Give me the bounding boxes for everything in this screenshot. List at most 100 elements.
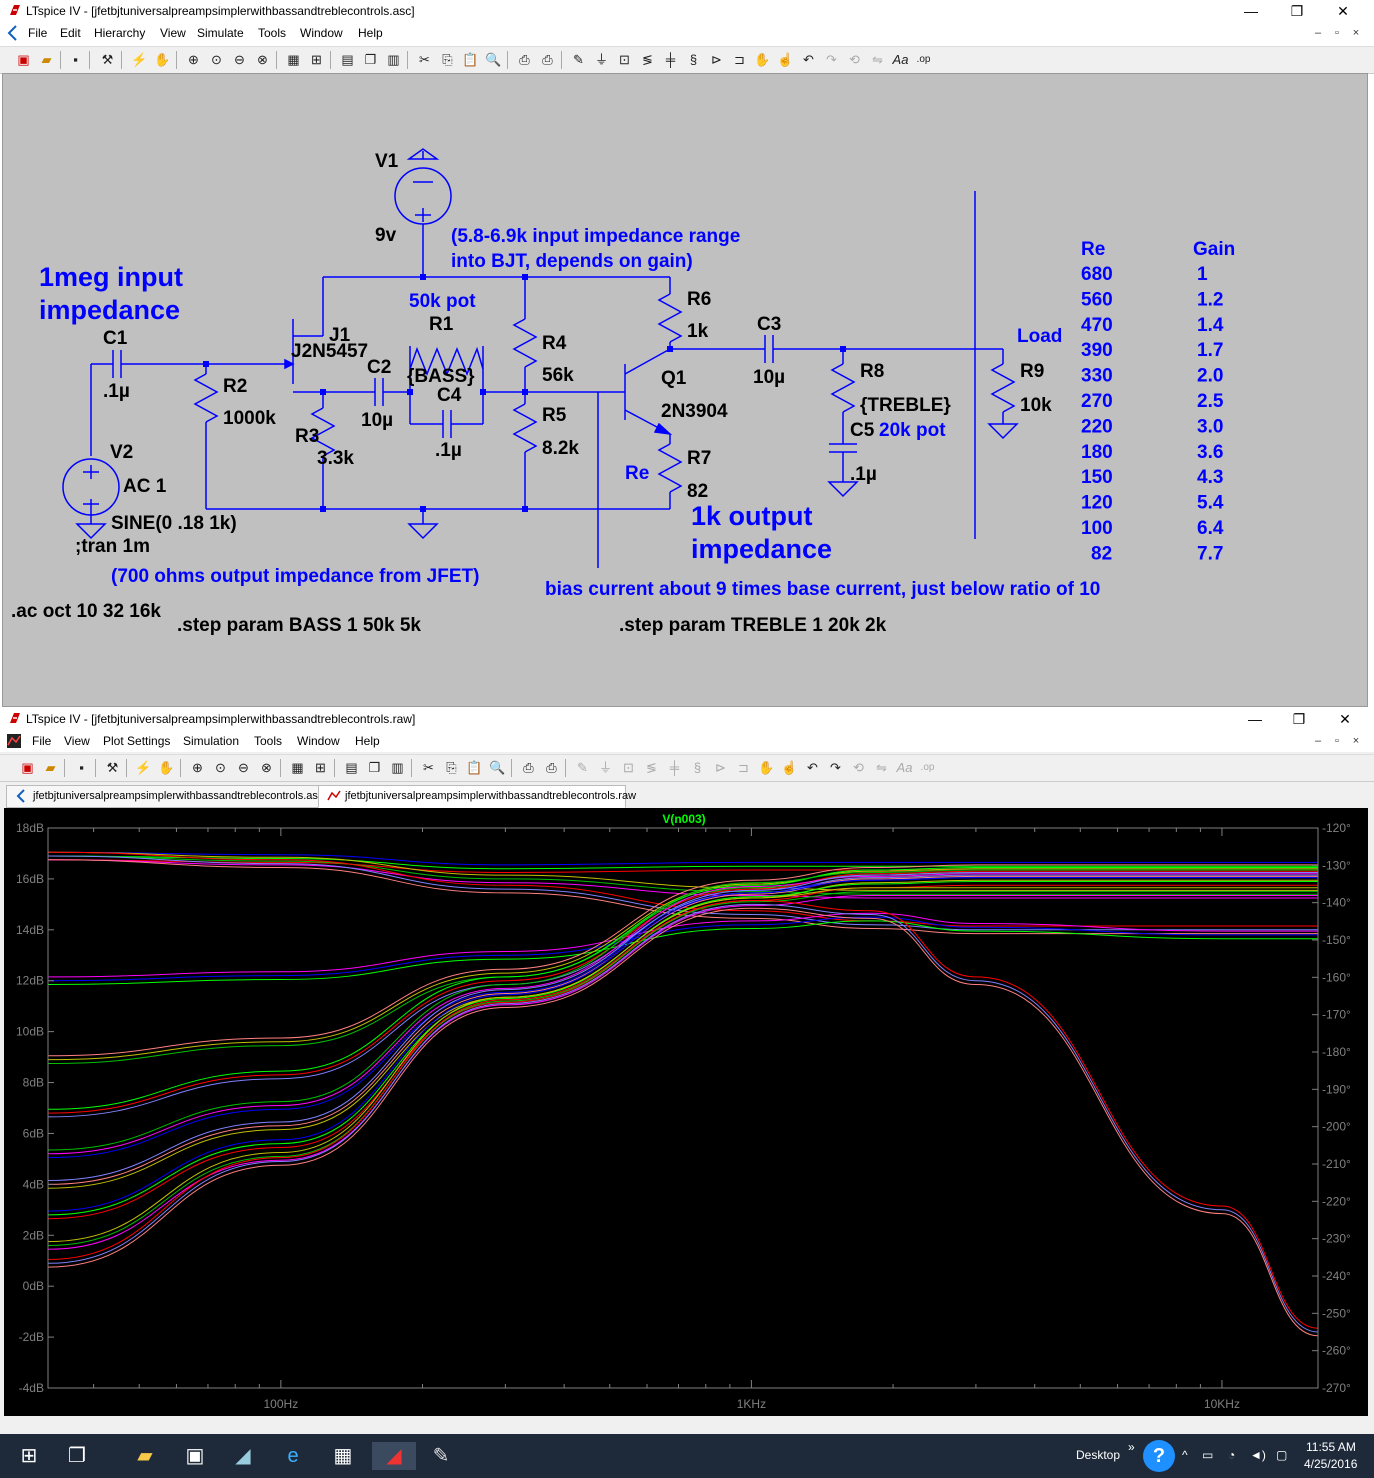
move-icon[interactable]: ✋ [753,50,772,69]
view-cursor-icon[interactable]: ⊞ [311,758,330,777]
run-icon[interactable]: ⚡ [134,758,153,777]
start-icon[interactable]: ⊞ [14,1442,44,1470]
move-icon[interactable]: ✋ [757,758,776,777]
menu-window[interactable]: Window [300,26,343,40]
halt-icon[interactable]: ✋ [157,758,176,777]
new-schematic-icon[interactable]: ▣ [18,758,37,777]
notepad-icon[interactable]: ◢ [228,1442,258,1470]
menu-help[interactable]: Help [355,734,380,748]
spice-directive-icon[interactable]: .op [914,50,933,69]
mdi-minimize-button[interactable]: – [1310,733,1326,749]
cascade-icon[interactable]: ❐ [365,758,384,777]
desktop-toolbar-label[interactable]: Desktop [1076,1448,1120,1462]
open-icon[interactable]: ▰ [41,758,60,777]
mirror-icon[interactable]: ⇋ [872,758,891,777]
copy-icon[interactable]: ⎘ [438,50,457,69]
menu-simulation[interactable]: Simulation [183,734,239,748]
spice-directive-icon[interactable]: .op [918,758,937,777]
resistor-icon[interactable]: ≶ [642,758,661,777]
mirror-icon[interactable]: ⇋ [868,50,887,69]
view-cursor-icon[interactable]: ⊞ [307,50,326,69]
new-schematic-icon[interactable]: ▣ [14,50,33,69]
notifications-icon[interactable]: ▢ [1276,1448,1287,1462]
menu-help[interactable]: Help [358,26,383,40]
restore-button[interactable]: ❐ [1274,0,1320,22]
paste-icon[interactable]: 📋 [465,758,484,777]
find-icon[interactable]: 🔍 [488,758,507,777]
menu-edit[interactable]: Edit [60,26,81,40]
undo-icon[interactable]: ↶ [799,50,818,69]
save-icon[interactable]: ▪ [72,758,91,777]
label-net-icon[interactable]: ⊡ [619,758,638,777]
find-icon[interactable]: 🔍 [484,50,503,69]
resistor-icon[interactable]: ≶ [638,50,657,69]
control-panel-icon[interactable]: ⚒ [98,50,117,69]
mdi-minimize-button[interactable]: – [1310,25,1326,41]
tile-vertical-icon[interactable]: ▥ [384,50,403,69]
volume-icon[interactable]: ◄) [1250,1448,1266,1462]
text-icon[interactable]: Aa [895,758,914,777]
undo-icon[interactable]: ↶ [803,758,822,777]
ground-icon[interactable]: ⏚ [592,50,611,69]
minimize-button[interactable]: — [1232,708,1278,730]
paste-icon[interactable]: 📋 [461,50,480,69]
halt-icon[interactable]: ✋ [153,50,172,69]
print-preview-icon[interactable]: ⎙ [519,758,538,777]
ground-icon[interactable]: ⏚ [596,758,615,777]
minimize-button[interactable]: — [1228,0,1274,22]
zoom-in-icon[interactable]: ⊕ [184,50,203,69]
zoom-fit-icon[interactable]: ⊗ [257,758,276,777]
menu-plot-settings[interactable]: Plot Settings [103,734,170,748]
rotate-icon[interactable]: ⟲ [845,50,864,69]
open-icon[interactable]: ▰ [37,50,56,69]
menu-view[interactable]: View [160,26,186,40]
tile-vertical-icon[interactable]: ▥ [388,758,407,777]
drag-icon[interactable]: ☝ [780,758,799,777]
menu-tools[interactable]: Tools [254,734,282,748]
pan-icon[interactable]: ⊙ [207,50,226,69]
print-preview-icon[interactable]: ⎙ [515,50,534,69]
capacitor-icon[interactable]: ╪ [661,50,680,69]
task-view-icon[interactable]: ❐ [62,1442,92,1470]
copy-icon[interactable]: ⎘ [442,758,461,777]
battery-icon[interactable]: ▭ [1202,1448,1213,1462]
label-net-icon[interactable]: ⊡ [615,50,634,69]
ltspice-taskbar-icon[interactable]: ◢ [372,1442,416,1470]
zoom-fit-icon[interactable]: ⊗ [253,50,272,69]
diode-icon[interactable]: ⊳ [707,50,726,69]
desktop-expand-icon[interactable]: » [1128,1440,1135,1454]
menu-file[interactable]: File [28,26,47,40]
component-icon[interactable]: ⊐ [730,50,749,69]
mdi-close-button[interactable]: × [1348,25,1364,41]
autorange-icon[interactable]: ▦ [288,758,307,777]
schematic-canvas[interactable]: V1 9v C1 .1µ R2 1000k J1 J2N5457 R3 3.3k… [2,73,1368,707]
wire-icon[interactable]: ✎ [573,758,592,777]
capacitor-icon[interactable]: ╪ [665,758,684,777]
component-icon[interactable]: ⊐ [734,758,753,777]
rotate-icon[interactable]: ⟲ [849,758,868,777]
print-icon[interactable]: ⎙ [538,50,557,69]
menu-window[interactable]: Window [297,734,340,748]
tray-expand-icon[interactable]: ^ [1182,1448,1188,1462]
restore-button[interactable]: ❐ [1276,708,1322,730]
cut-icon[interactable]: ✂ [415,50,434,69]
control-panel-icon[interactable]: ⚒ [103,758,122,777]
autorange-icon[interactable]: ▦ [284,50,303,69]
clock-date[interactable]: 4/25/2016 [1304,1457,1357,1471]
file-explorer-icon[interactable]: ▰ [130,1442,160,1470]
store-icon[interactable]: ▣ [180,1442,210,1470]
menu-simulate[interactable]: Simulate [197,26,244,40]
cascade-icon[interactable]: ❐ [361,50,380,69]
tab-schematic[interactable]: jfetbjtuniversalpreampsimplerwithbassand… [6,785,324,808]
cut-icon[interactable]: ✂ [419,758,438,777]
close-button[interactable]: ✕ [1322,708,1368,730]
wire-icon[interactable]: ✎ [569,50,588,69]
close-button[interactable]: ✕ [1320,0,1366,22]
menu-hierarchy[interactable]: Hierarchy [94,26,145,40]
redo-icon[interactable]: ↷ [826,758,845,777]
paint-icon[interactable]: ✎ [426,1442,456,1470]
menu-file[interactable]: File [32,734,51,748]
menu-tools[interactable]: Tools [258,26,286,40]
internet-explorer-icon[interactable]: e [278,1442,308,1470]
tile-horizontal-icon[interactable]: ▤ [342,758,361,777]
